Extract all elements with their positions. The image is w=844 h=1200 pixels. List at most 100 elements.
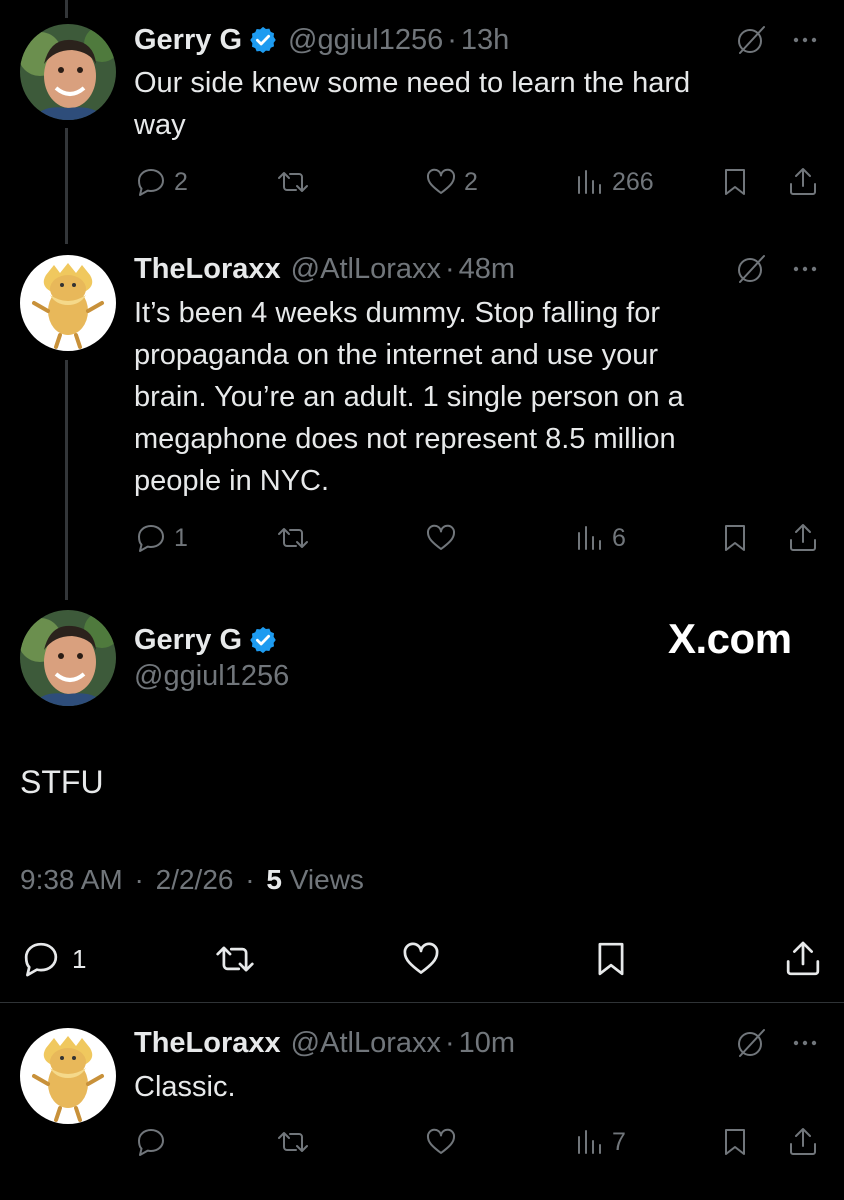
author-name[interactable]: TheLoraxx — [134, 253, 281, 286]
bookmark-button[interactable] — [718, 162, 752, 202]
share-button[interactable] — [786, 162, 820, 202]
repost-button[interactable] — [276, 162, 316, 202]
views-count: 6 — [612, 523, 626, 552]
bookmark-icon — [725, 525, 745, 551]
post-time[interactable]: 9:38 AM — [20, 864, 123, 895]
tweet-text: Our side knew some need to learn the har… — [134, 62, 774, 146]
views-count: 7 — [612, 1127, 626, 1156]
bookmark-icon — [598, 942, 624, 976]
author-name[interactable]: Gerry G — [134, 624, 242, 657]
views-count: 5 — [266, 864, 282, 895]
views-button[interactable]: 6 — [572, 518, 626, 558]
like-button[interactable]: 2 — [424, 162, 478, 202]
views-button[interactable]: 7 — [572, 1122, 626, 1162]
share-icon — [790, 168, 816, 195]
main-author: Gerry G — [134, 620, 278, 660]
like-icon — [426, 524, 456, 550]
thread-line-2 — [65, 360, 68, 600]
reply-count: 1 — [72, 943, 87, 974]
tweet-text-line: Classic. — [134, 1071, 236, 1103]
more-icon[interactable] — [790, 254, 820, 284]
repost-button[interactable] — [214, 936, 256, 982]
tweet-text-line: way — [134, 109, 186, 141]
author-handle[interactable]: @ggiul1256 — [288, 24, 443, 57]
share-button[interactable] — [786, 518, 820, 558]
thread-line-1 — [65, 128, 68, 244]
verified-badge-icon — [250, 26, 276, 54]
bookmark-button[interactable] — [590, 936, 632, 982]
separator-dot: · — [134, 864, 144, 895]
reply-button[interactable]: 2 — [134, 162, 188, 202]
tweet-header: TheLoraxx @AtlLoraxx · 10m — [134, 1023, 515, 1063]
views-button[interactable]: 266 — [572, 162, 654, 202]
tweet-text: Classic. — [134, 1066, 774, 1108]
author-name[interactable]: TheLoraxx — [134, 1027, 281, 1060]
reply-button[interactable] — [134, 1122, 174, 1162]
repost-button[interactable] — [276, 1122, 316, 1162]
author-name[interactable]: Gerry G — [134, 24, 242, 57]
share-icon — [790, 524, 816, 551]
tweet-header: Gerry G @ggiul1256 · 13h — [134, 20, 509, 60]
avatar[interactable] — [20, 610, 116, 706]
repost-icon — [216, 946, 254, 972]
timestamp[interactable]: 48m — [459, 253, 515, 286]
thread-line-top — [65, 0, 68, 18]
reply-count: 1 — [174, 523, 188, 552]
post-date[interactable]: 2/2/26 — [156, 864, 234, 895]
bookmark-icon — [725, 1129, 745, 1155]
separator-dot: · — [445, 1026, 455, 1059]
share-button[interactable] — [782, 936, 824, 982]
x-logo-watermark: X.com — [668, 615, 792, 662]
verified-badge-icon — [250, 626, 276, 654]
like-button[interactable] — [400, 936, 442, 982]
tweet-text-line: people in NYC. — [134, 465, 330, 497]
reply-button[interactable]: 1 — [134, 518, 188, 558]
share-icon — [790, 1128, 816, 1155]
like-count: 2 — [464, 167, 478, 196]
views-count: 266 — [612, 167, 654, 196]
avatar[interactable] — [20, 255, 116, 351]
like-button[interactable] — [424, 1122, 464, 1162]
more-icon[interactable] — [790, 1028, 820, 1058]
author-handle[interactable]: @AtlLoraxx — [291, 1027, 441, 1060]
tweet-text-line: Our side knew some need to learn the har… — [134, 67, 691, 99]
share-button[interactable] — [786, 1122, 820, 1162]
author-handle[interactable]: @AtlLoraxx — [291, 253, 441, 286]
main-tweet-actions: 1 — [0, 936, 844, 982]
more-icon[interactable] — [790, 25, 820, 55]
grok-icon[interactable] — [734, 252, 768, 286]
repost-button[interactable] — [276, 518, 316, 558]
views-label: Views — [289, 864, 364, 895]
timestamp[interactable]: 13h — [461, 24, 509, 57]
author-handle[interactable]: @ggiul1256 — [134, 660, 289, 693]
separator-dot: · — [445, 252, 455, 285]
views-icon — [578, 170, 601, 194]
avatar[interactable] — [20, 24, 116, 120]
reply-button[interactable]: 1 — [20, 936, 86, 982]
views-icon — [578, 1130, 601, 1154]
reply-icon — [138, 525, 164, 552]
timestamp[interactable]: 10m — [459, 1027, 515, 1060]
tweet-actions: 7 — [134, 1122, 834, 1162]
bookmark-icon — [725, 169, 745, 195]
like-icon — [426, 1128, 456, 1154]
bookmark-button[interactable] — [718, 1122, 752, 1162]
grok-icon[interactable] — [734, 23, 768, 57]
repost-icon — [278, 172, 308, 192]
tweet-text-line: propaganda on the internet and use your — [134, 339, 659, 371]
reply-count: 2 — [174, 167, 188, 196]
bookmark-button[interactable] — [718, 518, 752, 558]
like-icon — [403, 942, 439, 974]
tweet-text-line: It’s been 4 weeks dummy. Stop falling fo… — [134, 297, 661, 329]
reply-icon — [24, 942, 58, 977]
share-icon — [786, 941, 820, 976]
tweet-text-line: brain. You’re an adult. 1 single person … — [134, 381, 684, 413]
avatar[interactable] — [20, 1028, 116, 1124]
tweet-actions: 1 6 — [134, 518, 834, 558]
tweet-text: STFU — [20, 764, 104, 800]
separator-dot: · — [245, 864, 255, 895]
like-button[interactable] — [424, 518, 464, 558]
like-icon — [426, 168, 456, 194]
reply-icon — [138, 1129, 164, 1156]
grok-icon[interactable] — [734, 1026, 768, 1060]
